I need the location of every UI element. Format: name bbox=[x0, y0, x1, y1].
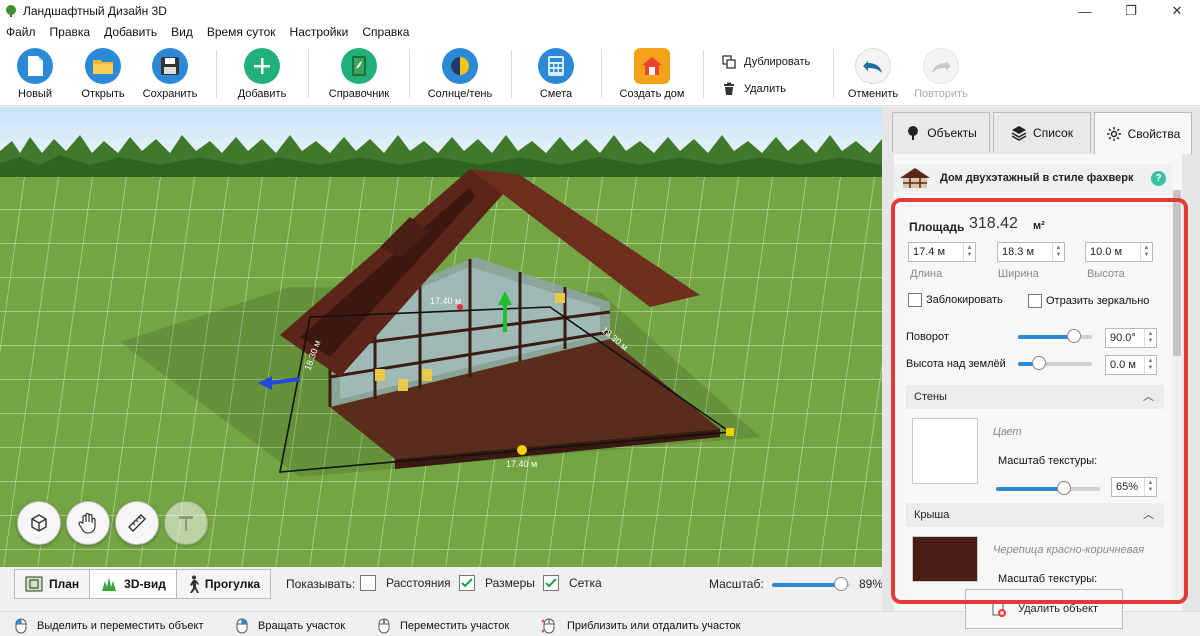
hint-zoom-site: Приблизить или отдалить участок bbox=[541, 618, 740, 634]
measure-ruler-button[interactable] bbox=[115, 501, 159, 545]
new-file-icon bbox=[17, 48, 53, 84]
dim-label-front: 17.40 м bbox=[506, 459, 537, 469]
toolbar-separator bbox=[511, 50, 512, 98]
mouse-left-click-icon bbox=[15, 618, 27, 634]
pan-hand-button[interactable] bbox=[66, 501, 110, 545]
show-distances-checkbox[interactable]: Расстояния bbox=[360, 575, 451, 591]
plus-icon bbox=[244, 48, 280, 84]
show-grid-checkbox[interactable]: Сетка bbox=[543, 575, 602, 591]
duplicate-icon bbox=[722, 55, 736, 69]
maximize-button[interactable]: ❐ bbox=[1108, 0, 1154, 22]
minimize-button[interactable]: — bbox=[1062, 0, 1108, 22]
title-bar: Ландшафтный Дизайн 3D — ❐ ✕ bbox=[0, 0, 1200, 22]
view-tabs: План 3D-вид Прогулка bbox=[14, 569, 271, 599]
zoom-slider-thumb[interactable] bbox=[834, 577, 849, 591]
delete-button[interactable]: Удалить bbox=[722, 82, 786, 96]
tab-walk[interactable]: Прогулка bbox=[176, 570, 270, 598]
house-icon bbox=[634, 48, 670, 84]
undo-icon bbox=[855, 48, 891, 84]
redo-button[interactable]: Повторить bbox=[901, 48, 981, 100]
help-icon[interactable]: ? bbox=[1151, 171, 1166, 186]
reference-button[interactable]: Справочник bbox=[319, 48, 399, 100]
menu-help[interactable]: Справка bbox=[362, 25, 409, 39]
ruler-icon bbox=[128, 514, 146, 532]
toolbar-separator bbox=[703, 50, 704, 98]
tab-list[interactable]: Список bbox=[993, 112, 1091, 152]
check-mark-icon bbox=[543, 575, 559, 591]
sun-shade-icon bbox=[442, 48, 478, 84]
tree-icon bbox=[908, 125, 919, 140]
scene-render: 17.40 м 17.40 м 18.30 м 18.30 м bbox=[0, 107, 882, 567]
floppy-disk-icon bbox=[152, 48, 188, 84]
window-title: Ландшафтный Дизайн 3D bbox=[23, 4, 167, 18]
redo-icon bbox=[923, 48, 959, 84]
app-tree-icon bbox=[6, 5, 16, 17]
cube-rotate-icon bbox=[31, 514, 47, 532]
dim-label-top: 17.40 м bbox=[430, 296, 461, 306]
object-header: Дом двухэтажный в стиле фахверк ? bbox=[894, 164, 1172, 192]
mouse-right-click-icon bbox=[236, 618, 248, 634]
menu-file[interactable]: Файл bbox=[6, 25, 36, 39]
hint-rotate-site: Вращать участок bbox=[236, 618, 345, 634]
zoom-value: 89% bbox=[859, 577, 884, 591]
hand-icon bbox=[78, 512, 96, 534]
hint-select-move: Выделить и переместить объект bbox=[15, 618, 204, 634]
estimate-button[interactable]: Смета bbox=[516, 48, 596, 100]
3d-viewport[interactable]: 17.40 м 17.40 м 18.30 м 18.30 м bbox=[0, 107, 882, 567]
tab-objects[interactable]: Объекты bbox=[892, 112, 990, 152]
zoom-slider[interactable] bbox=[772, 577, 850, 591]
toolbar-separator bbox=[409, 50, 410, 98]
highlight-frame bbox=[891, 198, 1188, 604]
mouse-wheel-press-icon bbox=[378, 618, 390, 634]
create-house-button[interactable]: Создать дом bbox=[612, 48, 692, 100]
tab-properties[interactable]: Свойства bbox=[1094, 112, 1192, 154]
show-dimensions-checkbox[interactable]: Размеры bbox=[459, 575, 535, 591]
toolbar-separator bbox=[601, 50, 602, 98]
layers-icon bbox=[1011, 125, 1027, 141]
orbit-camera-button[interactable] bbox=[17, 501, 61, 545]
book-icon bbox=[341, 48, 377, 84]
house-thumbnail-icon bbox=[900, 168, 930, 188]
text-tool-button[interactable] bbox=[164, 501, 208, 545]
3d-grass-icon bbox=[102, 577, 117, 591]
menu-view[interactable]: Вид bbox=[171, 25, 193, 39]
trash-icon bbox=[724, 82, 734, 95]
menu-bar: Файл Правка Добавить Вид Время суток Нас… bbox=[0, 22, 1200, 42]
add-button[interactable]: Добавить bbox=[222, 48, 302, 100]
zoom-slider-fill bbox=[772, 583, 842, 587]
panel-tabs: Объекты Список Свойства bbox=[892, 112, 1195, 154]
menu-edit[interactable]: Правка bbox=[50, 25, 91, 39]
object-name: Дом двухэтажный в стиле фахверк bbox=[940, 172, 1134, 184]
checkbox-box bbox=[360, 575, 376, 591]
calculator-icon bbox=[538, 48, 574, 84]
toolbar: Новый Открыть Сохранить Добавить Справоч… bbox=[0, 42, 1200, 106]
menu-time-of-day[interactable]: Время суток bbox=[207, 25, 276, 39]
save-button[interactable]: Сохранить bbox=[130, 48, 210, 100]
duplicate-button[interactable]: Дублировать bbox=[722, 55, 810, 69]
toolbar-separator bbox=[216, 50, 217, 98]
close-button[interactable]: ✕ bbox=[1154, 0, 1200, 22]
toolbar-separator bbox=[308, 50, 309, 98]
zoom-label: Масштаб: bbox=[709, 577, 764, 591]
tab-3d-view[interactable]: 3D-вид bbox=[90, 570, 177, 598]
text-t-icon bbox=[179, 516, 193, 531]
plan-map-icon bbox=[25, 576, 43, 592]
menu-settings[interactable]: Настройки bbox=[290, 25, 349, 39]
mouse-wheel-scroll-icon bbox=[541, 618, 555, 634]
hint-move-site: Переместить участок bbox=[378, 618, 509, 634]
walking-person-icon bbox=[189, 575, 199, 593]
tab-plan[interactable]: План bbox=[15, 570, 91, 598]
folder-icon bbox=[85, 48, 121, 84]
gear-icon bbox=[1106, 126, 1121, 141]
sun-shade-button[interactable]: Солнце/тень bbox=[420, 48, 500, 100]
check-mark-icon bbox=[459, 575, 475, 591]
show-label: Показывать: bbox=[286, 577, 356, 591]
view-bar: План 3D-вид Прогулка Показывать: Расстоя… bbox=[0, 567, 884, 601]
menu-add[interactable]: Добавить bbox=[104, 25, 157, 39]
